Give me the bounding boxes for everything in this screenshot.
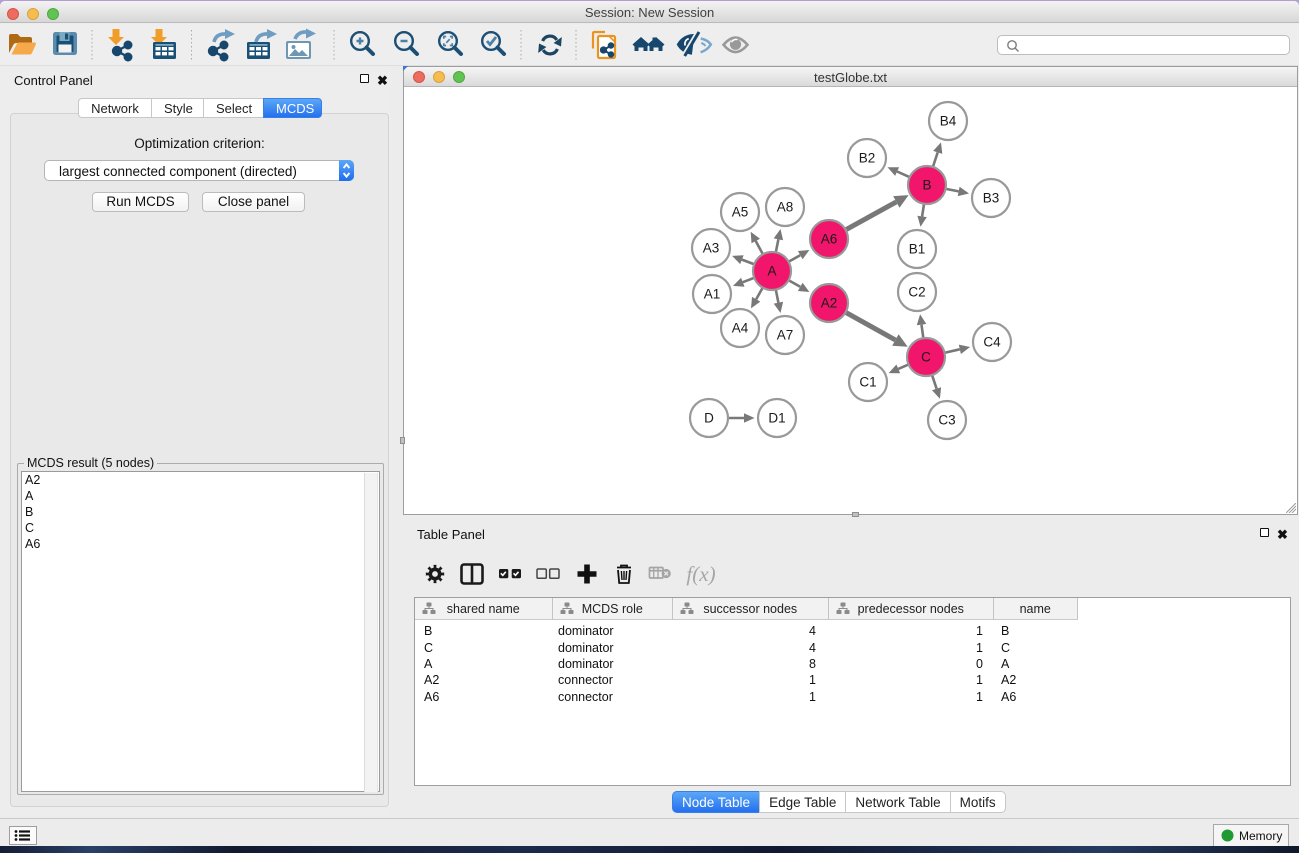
svg-text:D1: D1 <box>768 411 785 426</box>
svg-text:B: B <box>922 178 931 193</box>
svg-text:D: D <box>704 411 714 426</box>
svg-text:A7: A7 <box>777 328 794 343</box>
svg-text:A3: A3 <box>703 241 720 256</box>
svg-text:B2: B2 <box>859 151 876 166</box>
svg-text:A2: A2 <box>821 296 838 311</box>
svg-text:A5: A5 <box>732 205 749 220</box>
svg-text:C3: C3 <box>938 413 955 428</box>
svg-text:B3: B3 <box>983 191 1000 206</box>
svg-text:A8: A8 <box>777 200 794 215</box>
svg-text:A1: A1 <box>704 287 721 302</box>
svg-text:B1: B1 <box>909 242 926 257</box>
svg-text:C4: C4 <box>983 335 1001 350</box>
svg-text:B4: B4 <box>940 114 957 129</box>
svg-text:f(x): f(x) <box>686 562 715 586</box>
svg-text:C2: C2 <box>908 285 925 300</box>
svg-text:C: C <box>921 350 931 365</box>
svg-text:A6: A6 <box>821 232 838 247</box>
svg-text:C1: C1 <box>859 375 876 390</box>
svg-text:A4: A4 <box>732 321 749 336</box>
svg-text:A: A <box>767 264 776 279</box>
